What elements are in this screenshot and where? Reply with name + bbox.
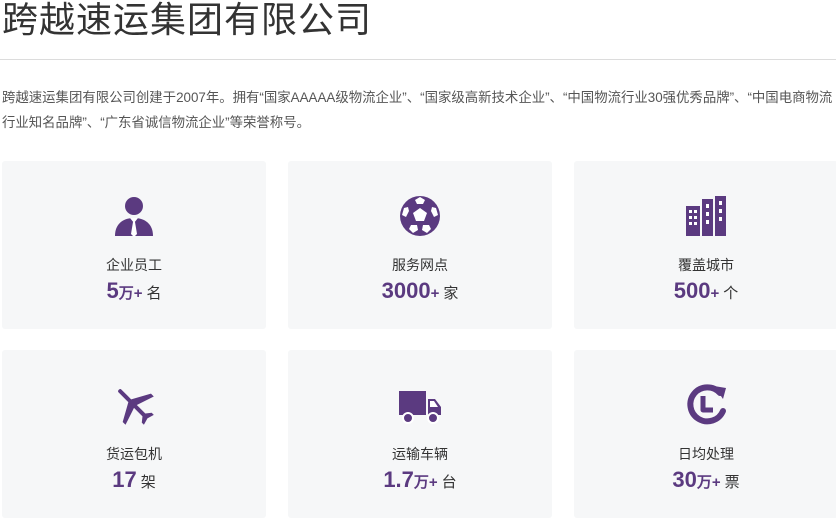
stat-label: 覆盖城市 bbox=[678, 257, 734, 273]
stat-value: 500+ 个 bbox=[574, 277, 836, 308]
stat-value: 5万+ 名 bbox=[2, 277, 266, 308]
stat-value: 3000+ 家 bbox=[288, 277, 552, 308]
stat-unit: 万+ bbox=[118, 285, 143, 302]
stat-label: 日均处理 bbox=[678, 446, 734, 462]
stat-card-cities: 覆盖城市 500+ 个 bbox=[574, 161, 836, 329]
stat-number: 30 bbox=[672, 467, 697, 492]
stat-label: 运输车辆 bbox=[392, 446, 448, 462]
title-divider bbox=[0, 59, 836, 60]
stat-number: 17 bbox=[112, 467, 137, 492]
stat-unit: + bbox=[430, 285, 440, 302]
stat-unit: 万+ bbox=[696, 474, 721, 491]
stat-card-daily-processing: 日均处理 30万+ 票 bbox=[574, 350, 836, 518]
truck-icon bbox=[398, 383, 442, 427]
city-buildings-icon bbox=[684, 194, 728, 238]
stat-measure-word: 个 bbox=[723, 285, 739, 302]
stat-card-service-points: 服务网点 3000+ 家 bbox=[288, 161, 552, 329]
stat-card-charter-planes: 货运包机 17 架 bbox=[2, 350, 266, 518]
airplane-icon bbox=[112, 383, 156, 427]
stat-number: 500 bbox=[673, 278, 711, 303]
stat-card-vehicles: 运输车辆 1.7万+ 台 bbox=[288, 350, 552, 518]
stat-measure-word: 家 bbox=[443, 285, 459, 302]
stat-label: 服务网点 bbox=[392, 257, 448, 273]
stat-number: 1.7 bbox=[383, 467, 414, 492]
stat-measure-word: 票 bbox=[724, 474, 740, 491]
company-intro: 跨越速运集团有限公司创建于2007年。拥有“国家AAAAA级物流企业”、“国家级… bbox=[2, 90, 833, 130]
employee-icon bbox=[112, 194, 156, 238]
daily-clock-icon bbox=[684, 383, 728, 427]
page-title: 跨越速运集团有限公司 bbox=[2, 0, 373, 40]
stat-measure-word: 架 bbox=[140, 474, 156, 491]
stat-unit: + bbox=[710, 285, 720, 302]
stat-card-employees: 企业员工 5万+ 名 bbox=[2, 161, 266, 329]
stat-measure-word: 台 bbox=[441, 474, 457, 491]
stat-label: 企业员工 bbox=[106, 257, 162, 273]
stat-label: 货运包机 bbox=[106, 446, 162, 462]
service-network-icon bbox=[398, 194, 442, 238]
stat-number: 5 bbox=[106, 278, 119, 303]
stat-measure-word: 名 bbox=[146, 285, 162, 302]
stat-value: 30万+ 票 bbox=[574, 466, 836, 497]
stat-value: 1.7万+ 台 bbox=[288, 466, 552, 497]
stat-number: 3000 bbox=[381, 278, 431, 303]
stat-value: 17 架 bbox=[2, 466, 266, 497]
stat-unit: 万+ bbox=[413, 474, 438, 491]
